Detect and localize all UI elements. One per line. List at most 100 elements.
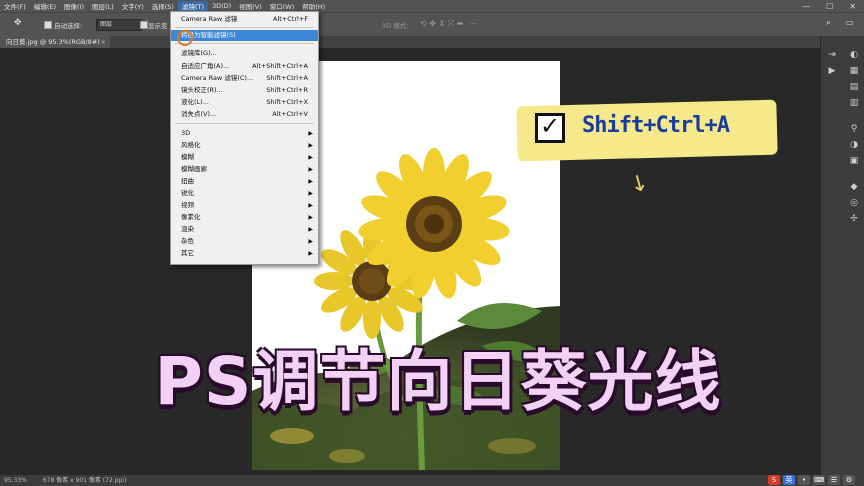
menu-item-label: 镜头校正(R)... xyxy=(181,86,223,94)
close-tab-icon[interactable]: × xyxy=(101,36,106,48)
filter-menu-dropdown: Camera Raw 滤镜 Alt+Ctrl+F 转换为智能滤镜(S) 滤镜库(… xyxy=(170,11,319,265)
menu-3d[interactable]: 3D(D) xyxy=(208,2,235,10)
menu-help[interactable]: 帮助(H) xyxy=(298,1,329,11)
menu-item-shortcut: Alt+Ctrl+F xyxy=(273,15,308,23)
submenu-render[interactable]: 渲染 ▶ xyxy=(171,224,318,235)
menu-item-liquify[interactable]: 液化(L)... Shift+Ctrl+X xyxy=(171,97,318,108)
workspace-icon[interactable]: ▭ xyxy=(846,18,854,27)
menu-item-filter-gallery[interactable]: 滤镜库(G)... xyxy=(171,48,318,59)
tray-icon-4[interactable]: ☰ xyxy=(828,474,840,485)
menu-item-shortcut: Alt+Ctrl+V xyxy=(272,110,308,118)
check-mark-icon: ✓ xyxy=(540,112,561,140)
menu-window[interactable]: 窗口(W) xyxy=(266,1,299,11)
menu-type[interactable]: 文字(Y) xyxy=(118,1,148,11)
menu-item-label: 液化(L)... xyxy=(181,98,209,106)
tray-icon-2[interactable]: • xyxy=(798,474,810,485)
submenu-arrow-icon: ▶ xyxy=(308,250,313,257)
ime-icon[interactable]: S xyxy=(768,474,780,485)
menu-item-label: 渲染 xyxy=(181,225,194,233)
tray-icon-5[interactable]: ⚙ xyxy=(843,474,855,485)
patterns-icon[interactable]: ▥ xyxy=(849,98,859,108)
menu-item-label: 模糊 xyxy=(181,153,194,161)
menu-image[interactable]: 图像(I) xyxy=(60,1,88,11)
menu-item-label: 模糊画廊 xyxy=(181,165,207,173)
more-options-icon[interactable]: ··· xyxy=(470,20,476,28)
menu-filter[interactable]: 滤镜(T) xyxy=(177,1,208,11)
swatches-icon[interactable]: ▦ xyxy=(849,66,859,76)
move-tool-icon[interactable]: ✥ xyxy=(14,18,22,28)
auto-select-dropdown[interactable]: 图层 xyxy=(96,19,142,31)
menu-item-label: Camera Raw 滤镜 xyxy=(181,15,238,23)
auto-select-checkbox[interactable] xyxy=(44,21,52,29)
menu-layer[interactable]: 图层(L) xyxy=(88,1,118,11)
maximize-button[interactable]: ☐ xyxy=(822,2,837,11)
menu-file[interactable]: 文件(F) xyxy=(0,1,30,11)
menu-select[interactable]: 选择(S) xyxy=(148,1,178,11)
submenu-other[interactable]: 其它 ▶ xyxy=(171,248,318,259)
menu-separator xyxy=(175,43,314,44)
submenu-arrow-icon: ▶ xyxy=(308,202,313,209)
submenu-arrow-icon: ▶ xyxy=(308,238,313,245)
submenu-arrow-icon: ▶ xyxy=(308,226,313,233)
document-tab-title: 向日葵.jpg @ 95.3%(RGB/8#) xyxy=(6,38,100,46)
tray-icon-1[interactable]: 英 xyxy=(783,474,795,485)
auto-select-label: 自动选择: xyxy=(54,22,83,30)
close-window-button[interactable]: ✕ xyxy=(845,2,860,11)
adjustments-icon[interactable]: ◑ xyxy=(849,140,859,150)
submenu-arrow-icon: ▶ xyxy=(308,190,313,197)
submenu-stylize[interactable]: 风格化 ▶ xyxy=(171,140,318,151)
menu-item-label: 锐化 xyxy=(181,189,194,197)
document-info: 678 像素 x 901 像素 (72 ppi) xyxy=(42,477,127,484)
right-panel-dock: ⇥ ▶ ◐ ▦ ▤ ▥ ⚲ ◑ ▣ ◆ ◎ ✢ xyxy=(820,36,864,486)
submenu-3d[interactable]: 3D ▶ xyxy=(171,128,318,139)
submenu-sharpen[interactable]: 锐化 ▶ xyxy=(171,188,318,199)
submenu-pixelate[interactable]: 像素化 ▶ xyxy=(171,212,318,223)
search-icon[interactable]: ⌕ xyxy=(826,18,831,28)
menu-item-label: 扭曲 xyxy=(181,177,194,185)
channels-icon[interactable]: ◎ xyxy=(849,198,859,208)
submenu-blur-gallery[interactable]: 模糊画廊 ▶ xyxy=(171,164,318,175)
menu-item-vanishing-point[interactable]: 消失点(V)... Alt+Ctrl+V xyxy=(171,109,318,120)
submenu-blur[interactable]: 模糊 ▶ xyxy=(171,152,318,163)
zoom-level[interactable]: 95.33% xyxy=(4,477,27,484)
menu-item-convert-smart-filter[interactable]: 转换为智能滤镜(S) xyxy=(171,30,318,41)
submenu-noise[interactable]: 杂色 ▶ xyxy=(171,236,318,247)
document-tab[interactable]: 向日葵.jpg @ 95.3%(RGB/8#) × xyxy=(0,36,110,48)
3d-tools-icons[interactable]: ⟲ ✥ ⇕ ⤧ ⬌ xyxy=(420,19,463,29)
minimize-button[interactable]: — xyxy=(798,2,814,11)
submenu-video[interactable]: 视频 ▶ xyxy=(171,200,318,211)
show-transform-checkbox[interactable] xyxy=(140,21,148,29)
menu-view[interactable]: 视图(V) xyxy=(235,1,266,11)
menu-edit[interactable]: 编辑(E) xyxy=(30,1,60,11)
checkbox-icon: ✓ xyxy=(535,112,565,143)
menu-item-label: 风格化 xyxy=(181,141,201,149)
menu-item-label: Camera Raw 滤镜(C)... xyxy=(181,74,254,82)
properties-icon[interactable]: ⚲ xyxy=(849,124,859,134)
menu-item-shortcut: Shift+Ctrl+R xyxy=(266,86,308,94)
menu-item-camera-raw-filter[interactable]: Camera Raw 滤镜(C)... Shift+Ctrl+A xyxy=(171,73,318,84)
menu-item-label: 滤镜库(G)... xyxy=(181,49,217,57)
menu-item-last-filter[interactable]: Camera Raw 滤镜 Alt+Ctrl+F xyxy=(171,14,318,25)
menu-item-label: 视频 xyxy=(181,201,194,209)
menu-item-lens-correction[interactable]: 镜头校正(R)... Shift+Ctrl+R xyxy=(171,85,318,96)
show-transform-label: 显示变 xyxy=(148,22,168,30)
click-indicator-icon xyxy=(177,30,193,46)
menu-item-label: 杂色 xyxy=(181,237,194,245)
color-icon[interactable]: ◐ xyxy=(849,50,859,60)
history-icon[interactable]: ⇥ xyxy=(827,50,837,60)
gradients-icon[interactable]: ▤ xyxy=(849,82,859,92)
menu-item-shortcut: Alt+Shift+Ctrl+A xyxy=(252,62,308,70)
menu-separator xyxy=(175,27,314,28)
submenu-arrow-icon: ▶ xyxy=(308,154,313,161)
submenu-distort[interactable]: 扭曲 ▶ xyxy=(171,176,318,187)
menu-item-adaptive-wide-angle[interactable]: 自适应广角(A)... Alt+Shift+Ctrl+A xyxy=(171,61,318,72)
libraries-icon[interactable]: ▣ xyxy=(849,156,859,166)
menu-item-label: 自适应广角(A)... xyxy=(181,62,230,70)
actions-icon[interactable]: ▶ xyxy=(827,66,837,76)
paths-icon[interactable]: ✢ xyxy=(849,214,859,224)
shortcut-text: Shift+Ctrl+A xyxy=(582,113,730,138)
tray-icon-3[interactable]: ⌨ xyxy=(813,474,825,485)
submenu-arrow-icon: ▶ xyxy=(308,166,313,173)
mode-3d-label: 3D 模式: xyxy=(382,22,409,30)
layers-icon[interactable]: ◆ xyxy=(849,182,859,192)
